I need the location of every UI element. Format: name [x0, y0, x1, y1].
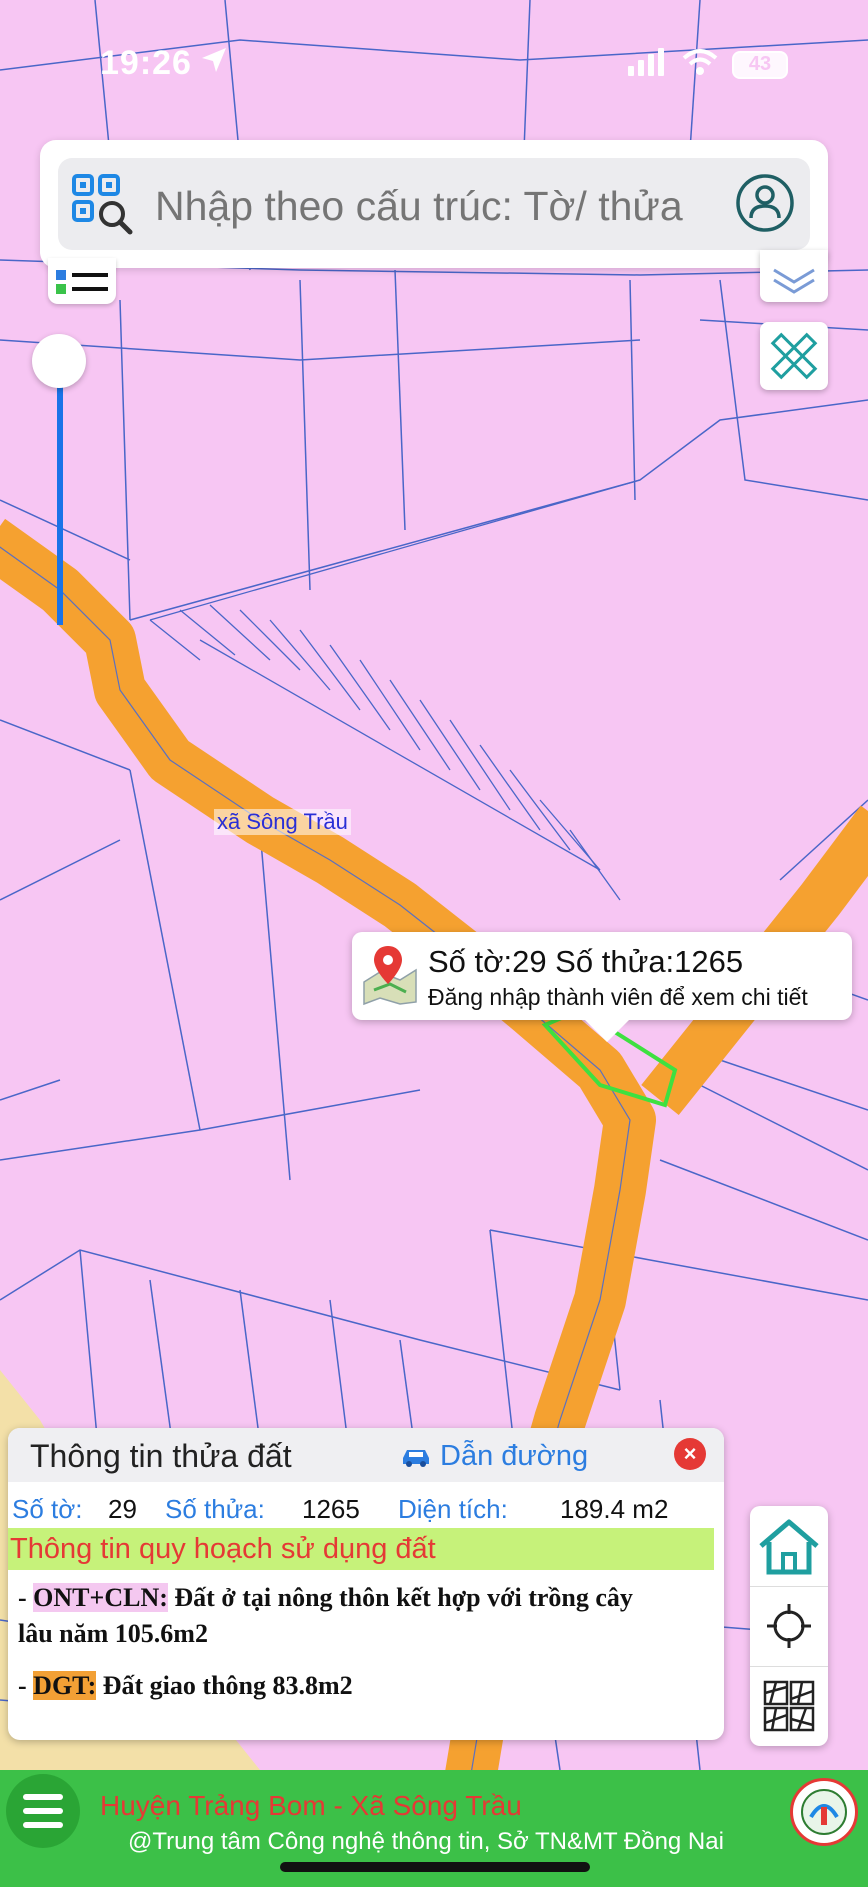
- parcel-info-panel: Thông tin thửa đất Dẫn đường × Số tờ: 29…: [8, 1428, 724, 1740]
- user-account-icon[interactable]: [734, 172, 796, 239]
- parcel-label: Số thửa:: [165, 1494, 265, 1524]
- land-use-item: - ONT+CLN: Đất ở tại nông thôn kết hợp v…: [18, 1580, 633, 1652]
- commune-map-label: xã Sông Trầu: [214, 809, 351, 835]
- search-field-container: [58, 158, 810, 250]
- opacity-slider-handle[interactable]: [32, 334, 86, 388]
- menu-icon-line: [23, 1794, 63, 1800]
- layers-icon: [773, 268, 815, 294]
- measure-tool-button[interactable]: [760, 322, 828, 390]
- home-button[interactable]: [750, 1506, 828, 1587]
- map-pin-icon: [360, 942, 420, 1011]
- battery-indicator: 43: [732, 50, 788, 79]
- crosshair-icon: [767, 1604, 811, 1648]
- opacity-slider-track[interactable]: [57, 360, 63, 625]
- parcel-popup[interactable]: Số tờ:29 Số thửa:1265 Đăng nhập thành vi…: [352, 932, 852, 1042]
- signal-icon: [628, 48, 668, 81]
- land-use-item-bullet: -: [18, 1671, 34, 1700]
- land-use-code: DGT:: [33, 1671, 97, 1700]
- status-bar: 19:26 43: [0, 38, 868, 88]
- parcel-grid-icon: [763, 1680, 815, 1732]
- home-icon: [759, 1519, 819, 1575]
- location-title: Huyện Trảng Bom - Xã Sông Trầu: [100, 1790, 522, 1821]
- land-use-desc-cont: lâu năm 105.6m2: [18, 1619, 208, 1648]
- info-panel-header: Thông tin thửa đất Dẫn đường ×: [8, 1428, 724, 1482]
- locate-button[interactable]: [750, 1586, 828, 1667]
- directions-label: Dẫn đường: [440, 1440, 589, 1472]
- map-grid-button[interactable]: [750, 1666, 828, 1746]
- car-icon: [403, 1449, 429, 1467]
- copyright-text: @Trung tâm Công nghệ thông tin, Sở TN&MT…: [128, 1828, 724, 1855]
- area-value: 189.4 m2: [560, 1494, 669, 1524]
- land-use-item: - DGT: Đất giao thông 83.8m2: [18, 1668, 353, 1704]
- land-use-code: ONT+CLN:: [33, 1583, 168, 1612]
- department-logo-icon: [790, 1778, 858, 1846]
- land-use-desc: Đất ở tại nông thôn kết hợp với trồng câ…: [167, 1583, 633, 1612]
- land-use-plan-heading: Thông tin quy hoạch sử dụng đất: [8, 1528, 714, 1570]
- search-input[interactable]: [153, 182, 717, 231]
- land-use-desc: Đất giao thông 83.8m2: [96, 1671, 353, 1700]
- ruler-pencil-icon: [770, 332, 818, 380]
- home-indicator[interactable]: [280, 1862, 590, 1872]
- land-use-item-bullet: -: [18, 1583, 34, 1612]
- sheet-value: 29: [108, 1494, 137, 1524]
- parcel-popup-login-hint[interactable]: Đăng nhập thành viên để xem chi tiết: [428, 984, 808, 1011]
- parcel-summary-row: Số tờ: 29 Số thửa: 1265 Diện tích: 189.4…: [8, 1488, 724, 1528]
- parcel-popup-title: Số tờ:29 Số thửa:1265: [428, 944, 744, 979]
- qr-scan-icon[interactable]: [68, 170, 138, 245]
- info-panel-title: Thông tin thửa đất: [30, 1438, 292, 1474]
- area-label: Diện tích:: [398, 1494, 508, 1524]
- legend-icon: [56, 270, 108, 294]
- directions-button[interactable]: Dẫn đường: [400, 1440, 588, 1473]
- close-panel-button[interactable]: ×: [674, 1438, 706, 1470]
- sheet-label: Số tờ:: [12, 1494, 83, 1524]
- menu-button[interactable]: [6, 1774, 80, 1848]
- map-tools-stack: [750, 1506, 828, 1746]
- wifi-icon: [682, 48, 718, 81]
- legend-button[interactable]: [48, 258, 116, 304]
- menu-icon-line: [23, 1808, 63, 1814]
- search-bar: [40, 140, 828, 268]
- parcel-value: 1265: [302, 1494, 360, 1524]
- menu-icon-line: [23, 1822, 63, 1828]
- status-time: 19:26: [100, 44, 192, 82]
- layers-button[interactable]: [760, 250, 828, 302]
- location-arrow-icon: [200, 46, 228, 79]
